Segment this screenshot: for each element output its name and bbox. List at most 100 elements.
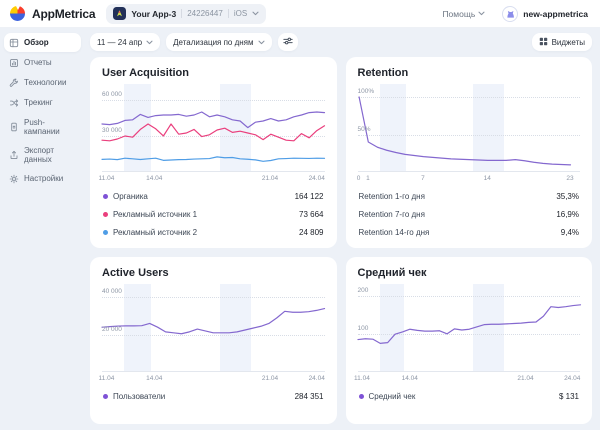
x-tick-label: 21.04 <box>262 175 278 182</box>
legend-row[interactable]: Рекламный источник 2 24 809 <box>102 223 325 241</box>
series-line <box>102 157 325 161</box>
widgets-label: Виджеты <box>552 38 585 47</box>
chart-lines <box>102 288 325 372</box>
sidebar-item-label: Push-кампании <box>24 118 76 136</box>
x-tick-label: 1 <box>366 175 370 182</box>
sidebar-item-tracking[interactable]: Трекинг <box>4 93 81 112</box>
app-selector[interactable]: Your App-3 24226447 iOS <box>106 4 266 24</box>
export-icon <box>9 150 19 160</box>
legend-label: Пользователи <box>113 392 165 401</box>
app-id: 24226447 <box>187 9 223 18</box>
legend-label: Retention 7-го дня <box>359 210 425 219</box>
series-line <box>359 97 570 165</box>
chart-legend: Пользователи 284 351 <box>102 387 325 405</box>
legend-row[interactable]: Retention 14-го дня9,4% <box>358 223 581 241</box>
app-platform: iOS <box>234 9 247 18</box>
chart-plot[interactable]: 40 00020 000 <box>102 288 325 372</box>
chart-x-axis: 11.0414.0421.0424.04 <box>102 373 325 386</box>
legend-value: $ 131 <box>559 392 579 401</box>
dashboard-toolbar: 11 — 24 апр Детализация по дням Виджеты <box>90 33 592 51</box>
y-tick-label: 100 <box>358 325 369 332</box>
legend-row[interactable]: Органика164 122 <box>102 187 325 205</box>
series-line <box>102 112 325 128</box>
series-line <box>102 124 325 141</box>
username: new-appmetrica <box>523 9 588 19</box>
chart-lines <box>358 88 581 172</box>
user-menu[interactable]: new-appmetrica <box>502 6 588 22</box>
date-range-label: 11 — 24 апр <box>97 38 142 47</box>
legend-row[interactable]: Retention 7-го дня 16,9% <box>358 205 581 223</box>
legend-label: Рекламный источник 1 <box>113 210 197 219</box>
help-menu[interactable]: Помощь <box>442 9 485 19</box>
x-tick-label: 14.04 <box>402 375 418 382</box>
sidebar-item-data-export[interactable]: Экспорт данных <box>4 141 81 168</box>
legend-dot-icon <box>359 394 364 399</box>
legend-row[interactable]: Пользователи 284 351 <box>102 387 325 405</box>
wrench-icon <box>9 78 19 88</box>
legend-value: 284 351 <box>295 392 324 401</box>
x-tick-label: 14.04 <box>146 175 162 182</box>
granularity-select[interactable]: Детализация по дням <box>166 33 271 51</box>
legend-label: Retention 1-го дня <box>359 192 425 201</box>
sidebar-item-settings[interactable]: Настройки <box>4 169 81 188</box>
sidebar-item-technologies[interactable]: Технологии <box>4 73 81 92</box>
brand-title: AppMetrica <box>32 7 95 21</box>
report-icon <box>9 58 19 68</box>
push-icon <box>9 122 19 132</box>
main-content: 11 — 24 апр Детализация по дням Виджеты … <box>85 28 600 430</box>
chart-x-axis: 11.0414.0421.0424.04 <box>102 173 325 186</box>
legend-row[interactable]: Рекламный источник 1 73 664 <box>102 205 325 223</box>
legend-value: 73 664 <box>299 210 323 219</box>
date-range-select[interactable]: 11 — 24 апр <box>90 33 160 51</box>
legend-value: 35,3% <box>556 192 579 201</box>
chevron-down-icon <box>258 40 265 45</box>
legend-dot-icon <box>103 394 108 399</box>
sidebar-item-overview[interactable]: Обзор <box>4 33 81 52</box>
sidebar-item-label: Отчеты <box>24 58 52 67</box>
x-tick-label: 14.04 <box>146 375 162 382</box>
x-tick-label: 24.04 <box>309 175 325 182</box>
x-tick-label: 11.04 <box>99 375 115 382</box>
chart-title: Active Users <box>102 267 325 279</box>
app-layout: Обзор Отчеты Технологии Трекинг Push-кампани… <box>0 28 600 430</box>
chart-legend: Средний чек$ 131 <box>358 387 581 405</box>
legend-label: Рекламный источник 2 <box>113 228 197 237</box>
x-tick-label: 21.04 <box>517 375 533 382</box>
chart-x-axis: 0171423 <box>358 173 581 186</box>
x-tick-label: 11.04 <box>354 375 370 382</box>
chevron-down-icon <box>146 40 153 45</box>
series-line <box>102 309 325 334</box>
sidebar-item-push-campaigns[interactable]: Push-кампании <box>4 113 81 140</box>
chart-card-average-check: Средний чек 200100 11.0414.0421.0424.04 … <box>346 257 593 424</box>
appmetrica-logo-icon <box>10 6 25 21</box>
gear-icon <box>9 174 19 184</box>
chart-card-user-acquisition: User Acquisition 60 00030 000 11.0414.04… <box>90 57 337 248</box>
legend-dot-icon <box>103 212 108 217</box>
sidebar: Обзор Отчеты Технологии Трекинг Push-кампани… <box>0 28 85 430</box>
x-tick-label: 0 <box>357 175 361 182</box>
legend-value: 16,9% <box>556 210 579 219</box>
sidebar-item-label: Настройки <box>24 174 63 183</box>
legend-value: 24 809 <box>299 228 323 237</box>
y-tick-label: 50% <box>358 126 371 133</box>
sidebar-item-label: Технологии <box>24 78 66 87</box>
tracking-icon <box>9 98 19 108</box>
separator <box>228 9 229 18</box>
widgets-button[interactable]: Виджеты <box>532 33 592 51</box>
sidebar-item-label: Экспорт данных <box>24 146 76 164</box>
chart-plot[interactable]: 100%50% <box>358 88 581 172</box>
chevron-down-icon <box>252 11 259 16</box>
filter-button[interactable] <box>278 33 298 51</box>
sidebar-item-reports[interactable]: Отчеты <box>4 53 81 72</box>
y-tick-label: 200 <box>358 287 369 294</box>
x-tick-label: 24.04 <box>309 375 325 382</box>
topbar: AppMetrica Your App-3 24226447 iOS Помощ… <box>0 0 600 28</box>
x-tick-label: 7 <box>421 175 425 182</box>
legend-row[interactable]: Средний чек$ 131 <box>358 387 581 405</box>
chart-plot[interactable]: 200 100 <box>358 288 581 372</box>
legend-dot-icon <box>103 194 108 199</box>
chevron-down-icon <box>478 11 485 16</box>
legend-row[interactable]: Retention 1-го дня 35,3% <box>358 187 581 205</box>
legend-label: Органика <box>113 192 148 201</box>
chart-plot[interactable]: 60 00030 000 <box>102 88 325 172</box>
